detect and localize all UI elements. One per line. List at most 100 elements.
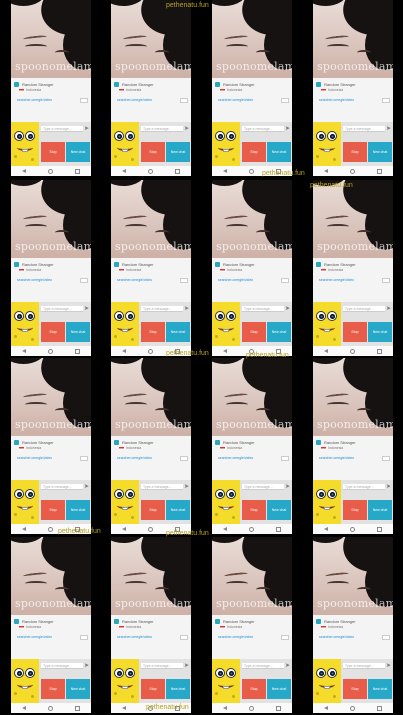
recents-icon[interactable] bbox=[175, 168, 180, 174]
back-icon[interactable] bbox=[223, 527, 227, 531]
message-input[interactable]: Type a message... bbox=[41, 484, 83, 490]
message-input[interactable]: Type a message... bbox=[41, 306, 83, 312]
home-icon[interactable] bbox=[350, 168, 355, 174]
stop-button[interactable]: Stop bbox=[141, 322, 165, 342]
home-icon[interactable] bbox=[350, 705, 355, 711]
report-button[interactable] bbox=[80, 635, 88, 640]
back-icon[interactable] bbox=[122, 349, 126, 353]
home-icon[interactable] bbox=[48, 168, 53, 174]
new-chat-button[interactable]: New chat bbox=[267, 322, 291, 342]
recents-icon[interactable] bbox=[175, 348, 180, 354]
recents-icon[interactable] bbox=[377, 526, 382, 532]
message-input[interactable]: Type a message... bbox=[141, 126, 183, 132]
stop-button[interactable]: Stop bbox=[343, 142, 367, 162]
recents-icon[interactable] bbox=[175, 705, 180, 711]
home-icon[interactable] bbox=[148, 168, 153, 174]
recents-icon[interactable] bbox=[377, 348, 382, 354]
back-icon[interactable] bbox=[122, 706, 126, 710]
back-icon[interactable] bbox=[223, 169, 227, 173]
new-chat-button[interactable]: New chat bbox=[267, 142, 291, 162]
message-input[interactable]: Type a message... bbox=[343, 126, 385, 132]
stop-button[interactable]: Stop bbox=[141, 500, 165, 520]
chat-link[interactable]: searcher.omegle/video bbox=[117, 98, 152, 102]
home-icon[interactable] bbox=[249, 348, 254, 354]
new-chat-button[interactable]: New chat bbox=[166, 322, 190, 342]
chat-link[interactable]: searcher.omegle/video bbox=[218, 456, 253, 460]
back-icon[interactable] bbox=[223, 706, 227, 710]
chat-link[interactable]: searcher.omegle/video bbox=[117, 635, 152, 639]
back-icon[interactable] bbox=[324, 169, 328, 173]
stop-button[interactable]: Stop bbox=[41, 679, 65, 699]
recents-icon[interactable] bbox=[175, 526, 180, 532]
home-icon[interactable] bbox=[48, 348, 53, 354]
stop-button[interactable]: Stop bbox=[242, 142, 266, 162]
message-input[interactable]: Type a message... bbox=[242, 306, 284, 312]
new-chat-button[interactable]: New chat bbox=[368, 322, 392, 342]
recents-icon[interactable] bbox=[276, 526, 281, 532]
report-button[interactable] bbox=[382, 456, 390, 461]
chat-link[interactable]: searcher.omegle/video bbox=[17, 98, 52, 102]
message-input[interactable]: Type a message... bbox=[242, 484, 284, 490]
stop-button[interactable]: Stop bbox=[343, 500, 367, 520]
home-icon[interactable] bbox=[249, 526, 254, 532]
report-button[interactable] bbox=[80, 278, 88, 283]
new-chat-button[interactable]: New chat bbox=[267, 500, 291, 520]
home-icon[interactable] bbox=[148, 526, 153, 532]
home-icon[interactable] bbox=[249, 705, 254, 711]
message-input[interactable]: Type a message... bbox=[242, 126, 284, 132]
new-chat-button[interactable]: New chat bbox=[66, 679, 90, 699]
home-icon[interactable] bbox=[350, 526, 355, 532]
report-button[interactable] bbox=[80, 98, 88, 103]
stop-button[interactable]: Stop bbox=[343, 679, 367, 699]
chat-link[interactable]: searcher.omegle/video bbox=[319, 278, 354, 282]
report-button[interactable] bbox=[281, 635, 289, 640]
new-chat-button[interactable]: New chat bbox=[66, 322, 90, 342]
stop-button[interactable]: Stop bbox=[242, 322, 266, 342]
home-icon[interactable] bbox=[148, 705, 153, 711]
send-icon[interactable]: ➤ bbox=[84, 125, 89, 133]
stop-button[interactable]: Stop bbox=[343, 322, 367, 342]
home-icon[interactable] bbox=[249, 168, 254, 174]
chat-link[interactable]: searcher.omegle/video bbox=[319, 635, 354, 639]
back-icon[interactable] bbox=[324, 349, 328, 353]
recents-icon[interactable] bbox=[75, 526, 80, 532]
report-button[interactable] bbox=[281, 278, 289, 283]
back-icon[interactable] bbox=[22, 706, 26, 710]
report-button[interactable] bbox=[281, 98, 289, 103]
chat-link[interactable]: searcher.omegle/video bbox=[17, 278, 52, 282]
back-icon[interactable] bbox=[223, 349, 227, 353]
recents-icon[interactable] bbox=[377, 705, 382, 711]
chat-link[interactable]: searcher.omegle/video bbox=[319, 98, 354, 102]
chat-link[interactable]: searcher.omegle/video bbox=[117, 278, 152, 282]
stop-button[interactable]: Stop bbox=[242, 679, 266, 699]
new-chat-button[interactable]: New chat bbox=[166, 500, 190, 520]
message-input[interactable]: Type a message... bbox=[141, 484, 183, 490]
report-button[interactable] bbox=[180, 278, 188, 283]
message-input[interactable]: Type a message... bbox=[141, 306, 183, 312]
stop-button[interactable]: Stop bbox=[141, 142, 165, 162]
stop-button[interactable]: Stop bbox=[41, 142, 65, 162]
report-button[interactable] bbox=[281, 456, 289, 461]
send-icon[interactable]: ➤ bbox=[184, 662, 189, 670]
send-icon[interactable]: ➤ bbox=[386, 662, 391, 670]
report-button[interactable] bbox=[80, 456, 88, 461]
back-icon[interactable] bbox=[324, 527, 328, 531]
send-icon[interactable]: ➤ bbox=[84, 305, 89, 313]
recents-icon[interactable] bbox=[75, 705, 80, 711]
recents-icon[interactable] bbox=[276, 705, 281, 711]
message-input[interactable]: Type a message... bbox=[41, 126, 83, 132]
report-button[interactable] bbox=[382, 278, 390, 283]
report-button[interactable] bbox=[180, 635, 188, 640]
back-icon[interactable] bbox=[22, 349, 26, 353]
send-icon[interactable]: ➤ bbox=[184, 483, 189, 491]
send-icon[interactable]: ➤ bbox=[84, 662, 89, 670]
report-button[interactable] bbox=[382, 635, 390, 640]
message-input[interactable]: Type a message... bbox=[141, 663, 183, 669]
stop-button[interactable]: Stop bbox=[141, 679, 165, 699]
new-chat-button[interactable]: New chat bbox=[368, 142, 392, 162]
report-button[interactable] bbox=[180, 98, 188, 103]
chat-link[interactable]: searcher.omegle/video bbox=[319, 456, 354, 460]
recents-icon[interactable] bbox=[75, 348, 80, 354]
recents-icon[interactable] bbox=[377, 168, 382, 174]
new-chat-button[interactable]: New chat bbox=[166, 679, 190, 699]
